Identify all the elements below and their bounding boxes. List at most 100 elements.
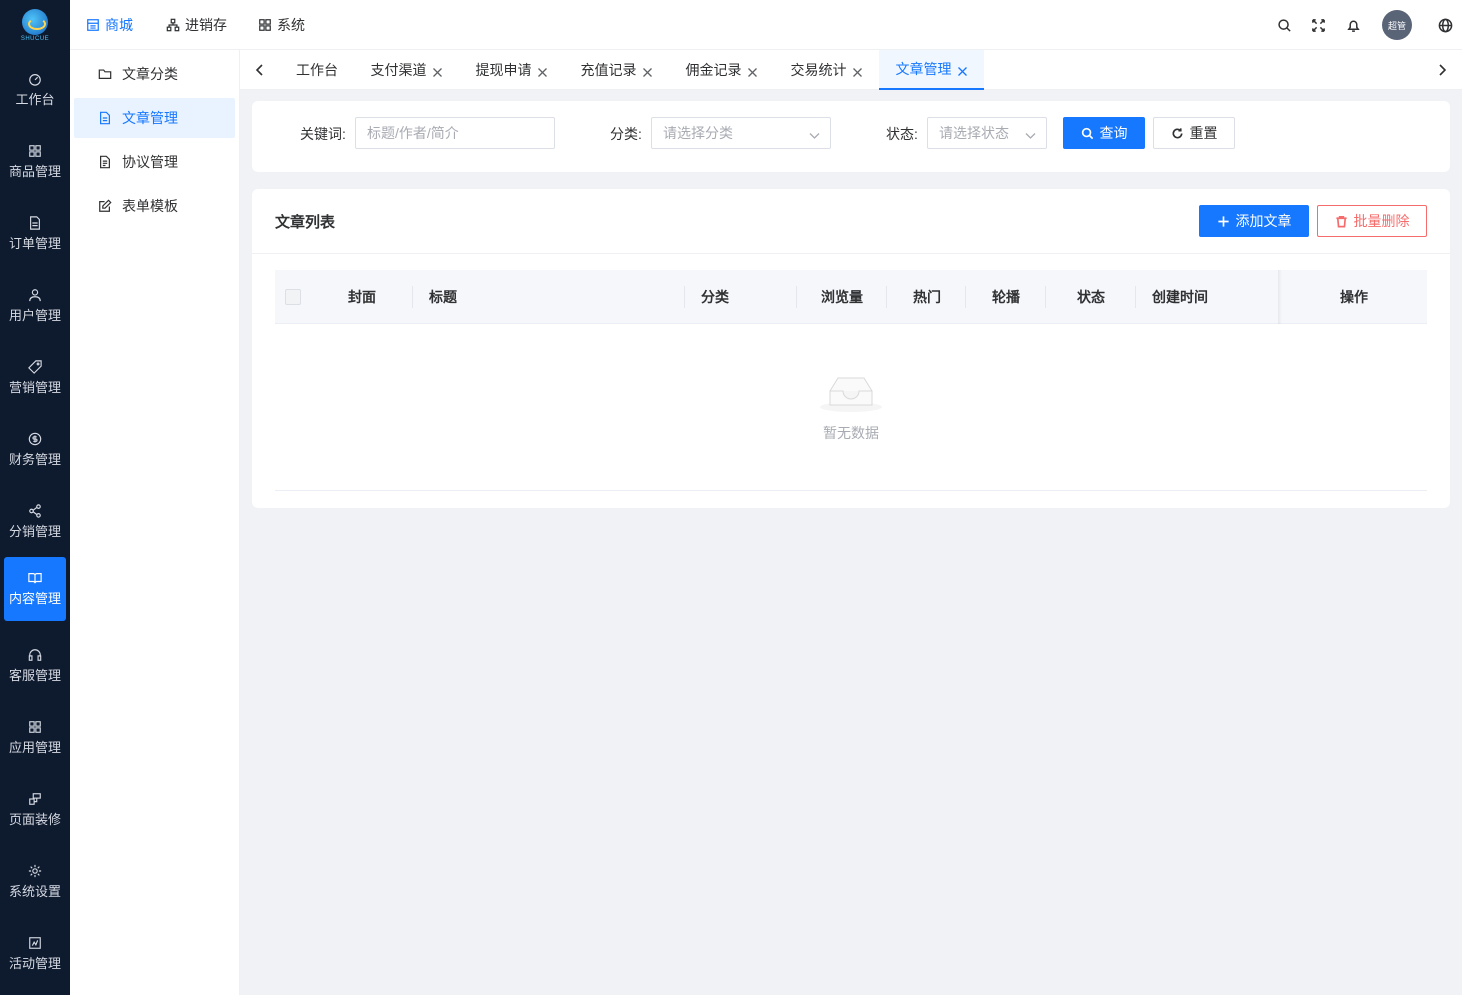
keyword-placeholder: 标题/作者/简介 xyxy=(367,125,459,141)
rail-item-label: 内容管理 xyxy=(8,591,61,606)
column-separator xyxy=(1045,286,1046,308)
submenu-item-article-category[interactable]: 文章分类 xyxy=(74,54,235,94)
fixed-column-shadow xyxy=(1278,270,1282,324)
close-icon[interactable] xyxy=(747,65,758,77)
submenu-item-label: 文章管理 xyxy=(122,110,178,126)
submenu-item-form-template[interactable]: 表单模板 xyxy=(74,186,235,226)
rail-item-users[interactable]: 用户管理 xyxy=(4,274,66,338)
rail-item-service[interactable]: 客服管理 xyxy=(4,634,66,698)
category-placeholder: 请选择分类 xyxy=(663,125,733,141)
tab-article-manage[interactable]: 文章管理 xyxy=(879,50,984,90)
topnav-system[interactable]: 系统 xyxy=(258,0,305,50)
rail-item-decoration[interactable]: 页面装修 xyxy=(4,778,66,842)
list-title: 文章列表 xyxy=(275,214,336,231)
rail-item-label: 商品管理 xyxy=(8,164,61,179)
topnav-inventory[interactable]: 进销存 xyxy=(166,0,227,50)
tab-scroll-right[interactable] xyxy=(1422,50,1462,90)
category-label: 分类: xyxy=(610,126,642,142)
add-article-button[interactable]: 添加文章 xyxy=(1199,205,1309,237)
add-article-label: 添加文章 xyxy=(1235,213,1292,229)
submenu-item-agreement[interactable]: 协议管理 xyxy=(74,142,235,182)
topnav-label: 商城 xyxy=(105,17,133,33)
tab-scroll-left[interactable] xyxy=(240,50,280,90)
column-separator xyxy=(886,286,887,308)
table-header: 封面 标题 分类 浏览量 热门 轮播 状态 创建时间 操作 xyxy=(275,270,1427,324)
close-icon[interactable] xyxy=(432,65,443,77)
close-icon[interactable] xyxy=(537,65,548,77)
topnav-label: 进销存 xyxy=(185,17,227,33)
chevron-down-icon xyxy=(809,128,820,139)
tab-commission-record[interactable]: 佣金记录 xyxy=(669,50,774,90)
column-header-status: 状态 xyxy=(1077,289,1105,305)
rail-item-content[interactable]: 内容管理 xyxy=(4,557,66,621)
close-icon[interactable] xyxy=(642,65,653,77)
refresh-icon xyxy=(1172,127,1183,138)
fullscreen-tool[interactable] xyxy=(1308,15,1328,35)
batch-delete-button[interactable]: 批量删除 xyxy=(1317,205,1427,237)
search-button-label: 查询 xyxy=(1099,125,1128,141)
dashboard-icon xyxy=(28,72,42,86)
select-all-checkbox[interactable] xyxy=(285,289,301,305)
file-text-icon xyxy=(100,155,110,169)
avatar[interactable]: 超管 xyxy=(1382,10,1412,40)
rail-item-label: 活动管理 xyxy=(8,956,61,971)
tab-recharge-record[interactable]: 充值记录 xyxy=(564,50,669,90)
bell-icon xyxy=(1346,20,1360,32)
tab-payment-channel[interactable]: 支付渠道 xyxy=(354,50,459,90)
chevron-right-icon xyxy=(1439,64,1447,76)
column-header-cover: 封面 xyxy=(348,289,376,305)
tab-trade-stats[interactable]: 交易统计 xyxy=(774,50,879,90)
rail-item-orders[interactable]: 订单管理 xyxy=(4,202,66,266)
tab-label: 工作台 xyxy=(296,62,338,78)
rail-item-finance[interactable]: 财务管理 xyxy=(4,418,66,482)
rail-item-workbench[interactable]: 工作台 xyxy=(4,58,66,122)
rail-item-label: 页面装修 xyxy=(8,812,61,827)
status-select[interactable]: 请选择状态 xyxy=(927,117,1047,149)
column-separator xyxy=(796,286,797,308)
search-tool[interactable] xyxy=(1274,15,1294,35)
tab-workbench[interactable]: 工作台 xyxy=(280,50,354,90)
book-icon xyxy=(28,571,42,585)
top-bar: 商城 进销存 系统 超管 xyxy=(70,0,1462,50)
file-icon xyxy=(100,111,110,125)
submenu-item-label: 协议管理 xyxy=(122,154,178,170)
brand-logo[interactable]: SHUCUE xyxy=(0,0,70,50)
trash-icon xyxy=(1335,215,1347,227)
tab-label: 提现申请 xyxy=(475,62,532,78)
close-icon[interactable] xyxy=(852,65,863,77)
document-icon xyxy=(28,216,42,230)
rail-item-apps[interactable]: 应用管理 xyxy=(4,706,66,770)
topnav-shop[interactable]: 商城 xyxy=(86,0,133,50)
column-header-category: 分类 xyxy=(701,289,729,305)
tab-label: 支付渠道 xyxy=(370,62,427,78)
category-select[interactable]: 请选择分类 xyxy=(651,117,831,149)
rail-item-distribution[interactable]: 分销管理 xyxy=(4,490,66,554)
search-button[interactable]: 查询 xyxy=(1063,117,1145,149)
column-header-hot: 热门 xyxy=(913,289,941,305)
logo-mark xyxy=(22,8,48,35)
chevron-left-icon xyxy=(255,64,263,76)
rail-item-label: 应用管理 xyxy=(8,740,61,755)
close-icon[interactable] xyxy=(957,64,968,76)
submenu-item-article-manage[interactable]: 文章管理 xyxy=(74,98,235,138)
rail-item-settings[interactable]: 系统设置 xyxy=(4,850,66,914)
plus-icon xyxy=(1217,215,1229,227)
grid-icon xyxy=(28,144,42,158)
headset-icon xyxy=(28,648,42,662)
reset-button[interactable]: 重置 xyxy=(1153,117,1235,149)
batch-delete-label: 批量删除 xyxy=(1353,213,1410,229)
apps-icon xyxy=(28,720,42,734)
keyword-label: 关键词: xyxy=(300,126,346,142)
tab-withdraw-request[interactable]: 提现申请 xyxy=(459,50,564,90)
status-placeholder: 请选择状态 xyxy=(939,125,1009,141)
language-tool[interactable] xyxy=(1435,15,1455,35)
rail-item-activities[interactable]: 活动管理 xyxy=(4,922,66,986)
rail-item-label: 客服管理 xyxy=(8,668,61,683)
notifications-tool[interactable] xyxy=(1343,15,1363,35)
tab-label: 文章管理 xyxy=(895,61,952,77)
reset-button-label: 重置 xyxy=(1189,125,1218,141)
rail-item-products[interactable]: 商品管理 xyxy=(4,130,66,194)
keyword-input[interactable]: 标题/作者/简介 xyxy=(355,117,555,149)
rail-item-marketing[interactable]: 营销管理 xyxy=(4,346,66,410)
tab-bar: 工作台 支付渠道 提现申请 充值记录 佣金记录 交易统计 文章管理 xyxy=(240,50,1462,90)
